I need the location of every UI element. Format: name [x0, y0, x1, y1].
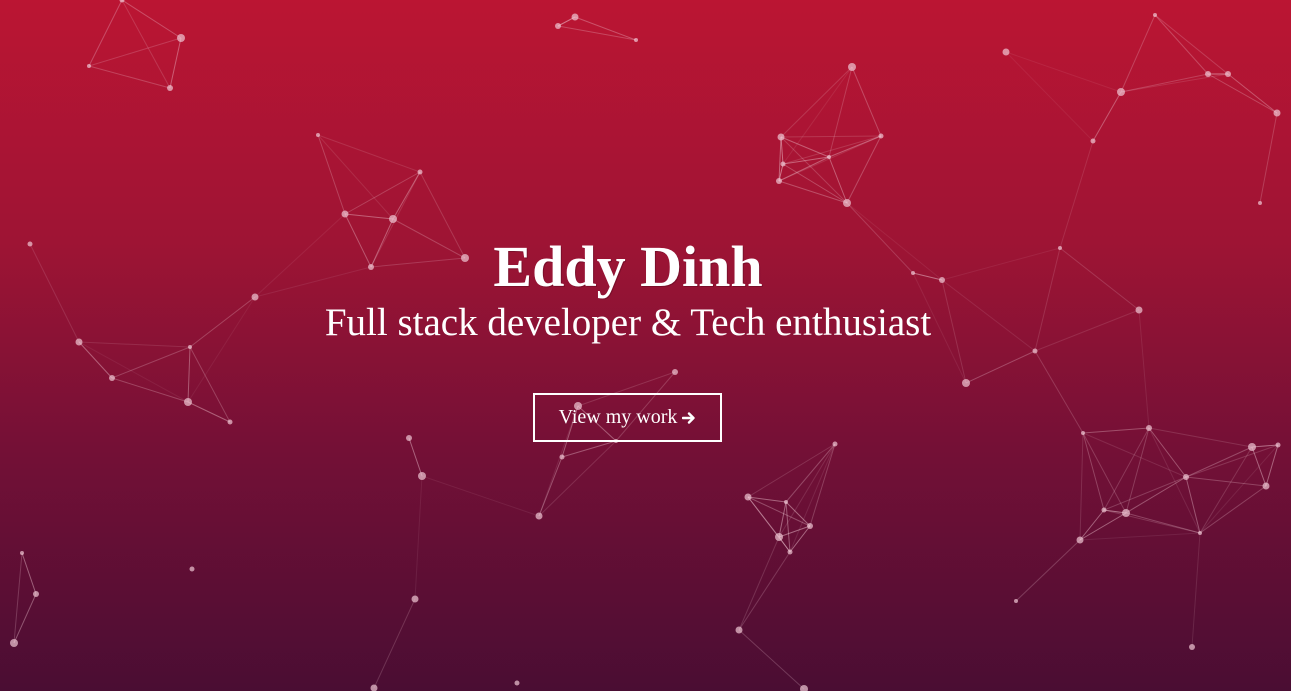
view-my-work-label: View my work: [558, 406, 678, 428]
view-my-work-button[interactable]: View my work: [533, 393, 722, 442]
hero-section: Eddy Dinh Full stack developer & Tech en…: [0, 0, 1291, 691]
hero-tagline: Full stack developer & Tech enthusiast: [324, 301, 932, 344]
hero-name: Eddy Dinh: [493, 234, 763, 299]
arrow-right-icon: [682, 411, 696, 424]
